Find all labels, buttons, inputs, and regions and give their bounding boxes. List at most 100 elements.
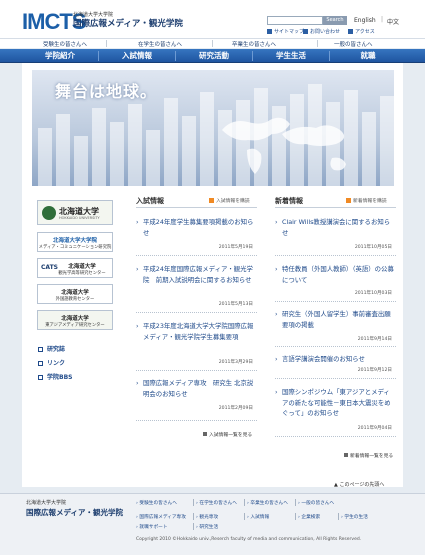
- news-item-date: 2011年10月03日: [354, 291, 392, 296]
- footer-link-media-dept[interactable]: › 国際広報メディア専攻: [136, 514, 186, 520]
- logo-school-name[interactable]: 国際広報メディア・観光学院: [73, 19, 183, 29]
- admissions-item-date: 2011年3月29日: [218, 360, 253, 365]
- bullet-icon: [38, 347, 43, 352]
- sitemap-icon: [267, 29, 272, 34]
- admissions-item[interactable]: › 平成24年度学生募集要項掲載のお知らせ: [136, 217, 257, 238]
- divider: [136, 255, 257, 256]
- arrow-right-icon: ›: [275, 310, 278, 318]
- footer-link-career-support[interactable]: › 就職サポート: [136, 524, 168, 530]
- banner-hokkaido-university[interactable]: 北海道大学 HOKKAIDO UNIVERSITY: [37, 200, 113, 225]
- divider: [244, 499, 245, 506]
- footer-link-public[interactable]: › 一般の皆さんへ: [298, 500, 334, 506]
- news-item[interactable]: › 国際シンポジウム「東アジアとメディアの新たな可能性－東日本大震災をめぐって」の…: [275, 387, 396, 419]
- audience-link-applicants[interactable]: 受験生の皆さんへ: [43, 40, 87, 48]
- arrow-right-icon: ›: [136, 218, 139, 226]
- admissions-item[interactable]: › 国際広報メディア専攻 研究生 北京説明会のお知らせ: [136, 378, 257, 399]
- banner-media-communication[interactable]: 北海道大学大学院 メディア・コミュニケーション研究院: [37, 232, 113, 252]
- nav-research[interactable]: 研究活動: [176, 49, 252, 63]
- footer-subtitle: 北海道大学大学院: [26, 500, 67, 506]
- sidebar-link-bbs[interactable]: 学院BBS: [38, 372, 72, 381]
- arrow-right-icon: ›: [136, 265, 139, 273]
- news-item[interactable]: › 研究生（外国人留学生）事前審査出願要項の掲載: [275, 309, 396, 330]
- language-english-link[interactable]: English: [354, 17, 376, 24]
- contact-link[interactable]: お問い合わせ: [303, 28, 340, 35]
- mail-icon: [303, 29, 308, 34]
- divider: [136, 207, 257, 208]
- audience-link-alumni[interactable]: 卒業生の皆さんへ: [232, 40, 276, 48]
- divider: [136, 312, 257, 313]
- audience-link-students[interactable]: 在学生の皆さんへ: [138, 40, 182, 48]
- divider: [193, 499, 194, 506]
- page-top-link[interactable]: ▲ このページの先頭へ: [334, 481, 384, 488]
- audience-bar: 受験生の皆さんへ 在学生の皆さんへ 卒業生の皆さんへ 一般の皆さんへ: [0, 38, 425, 48]
- university-emblem-icon: [42, 206, 56, 220]
- news-item-date: 2011年10月05日: [354, 245, 392, 250]
- arrow-right-icon: ›: [275, 218, 278, 226]
- bullet-icon: [38, 375, 43, 380]
- banner-east-asia-center[interactable]: 北海道大学 東アジアメディア研究センター: [37, 310, 113, 330]
- footer-link-students[interactable]: › 在学生の皆さんへ: [196, 500, 237, 506]
- divider: [136, 370, 257, 371]
- logo-subtitle: 北海道大学大学院: [73, 12, 114, 18]
- sitemap-link[interactable]: サイトマップ: [267, 28, 304, 35]
- footer-link-company-search[interactable]: › 企業検索: [298, 514, 320, 520]
- nav-admissions[interactable]: 入試情報: [99, 49, 175, 63]
- divider: [193, 513, 194, 520]
- search-button[interactable]: Search: [323, 16, 347, 25]
- divider: [275, 436, 396, 437]
- news-item[interactable]: › Clair Wills教授講演会に関するお知らせ: [275, 217, 396, 238]
- footer-school-name[interactable]: 国際広報メディア・観光学院: [26, 507, 123, 518]
- news-item[interactable]: › 言語学講演会開催のお知らせ: [275, 354, 396, 365]
- admissions-more-link[interactable]: 入試情報一覧を見る: [203, 431, 252, 438]
- divider: [275, 255, 396, 256]
- divider: [212, 40, 213, 47]
- language-chinese-link[interactable]: 中文: [387, 17, 399, 26]
- footer-link-applicants[interactable]: › 受験生の皆さんへ: [136, 500, 177, 506]
- nav-student-life[interactable]: 学生生活: [253, 49, 329, 63]
- admissions-rss-link[interactable]: 入試情報を購読: [209, 197, 250, 204]
- footer-link-admissions[interactable]: › 入試情報: [247, 514, 269, 520]
- divider: [275, 378, 396, 379]
- rss-icon: [209, 198, 214, 203]
- access-link[interactable]: アクセス: [348, 28, 375, 35]
- site-header: IMCTS 北海道大学大学院 国際広報メディア・観光学院 Search Engl…: [0, 0, 425, 38]
- admissions-item[interactable]: › 平成23年度北海道大学大学院国際広報メディア・観光学院学生募集要項: [136, 321, 257, 342]
- main-nav: 学院紹介 入試情報 研究活動 学生生活 就職: [0, 49, 425, 63]
- list-icon: [203, 432, 207, 436]
- news-rss-link[interactable]: 新着情報を購読: [346, 197, 387, 204]
- nav-about[interactable]: 学院紹介: [22, 49, 98, 63]
- audience-link-public[interactable]: 一般の皆さんへ: [334, 40, 373, 48]
- footer-link-student-life[interactable]: › 学生の生活: [341, 514, 368, 520]
- divider: [295, 513, 296, 520]
- banner-language-center[interactable]: 北海道大学 外国語教育センター: [37, 284, 113, 304]
- news-item-date: 2011年9月04日: [357, 426, 392, 431]
- admissions-item[interactable]: › 平成24年度国際広報メディア・観光学院 前期入試説明会に関するお知らせ: [136, 264, 257, 285]
- arrow-right-icon: ›: [136, 322, 139, 330]
- arrow-right-icon: ›: [275, 355, 278, 363]
- news-heading: 新着情報: [275, 197, 303, 205]
- sidebar-link-journal[interactable]: 研究誌: [38, 344, 65, 353]
- language-separator: |: [381, 16, 384, 23]
- nav-career[interactable]: 就職: [330, 49, 406, 63]
- bullet-icon: [38, 361, 43, 366]
- hero-banner: 舞台は地球。: [32, 70, 394, 186]
- footer-link-tourism-dept[interactable]: › 観光専攻: [196, 514, 218, 520]
- arrow-right-icon: ›: [275, 265, 278, 273]
- divider: [338, 513, 339, 520]
- news-item-date: 2011年9月12日: [357, 368, 392, 373]
- divider: [275, 207, 396, 208]
- divider: [275, 346, 396, 347]
- admissions-item-date: 2011年5月19日: [218, 245, 253, 250]
- banner-tourism-center[interactable]: CATS 北海道大学 観光学高等研究センター: [37, 258, 113, 278]
- footer-link-research-life[interactable]: › 研究生活: [196, 524, 218, 530]
- news-item[interactable]: › 特任教員（外国人教師）（英語）の公募について: [275, 264, 396, 285]
- hero-title: 舞台は地球。: [55, 82, 158, 101]
- search-input[interactable]: [267, 16, 323, 25]
- rss-icon: [346, 198, 351, 203]
- footer-link-alumni[interactable]: › 卒業生の皆さんへ: [247, 500, 288, 506]
- copyright-text: Copyright 2010 ©Hokkaido univ.,Reserch f…: [136, 537, 362, 542]
- sidebar-link-links[interactable]: リンク: [38, 358, 65, 367]
- news-item-date: 2011年9月14日: [357, 337, 392, 342]
- map-icon: [348, 29, 353, 34]
- news-more-link[interactable]: 新着情報一覧を見る: [344, 452, 393, 459]
